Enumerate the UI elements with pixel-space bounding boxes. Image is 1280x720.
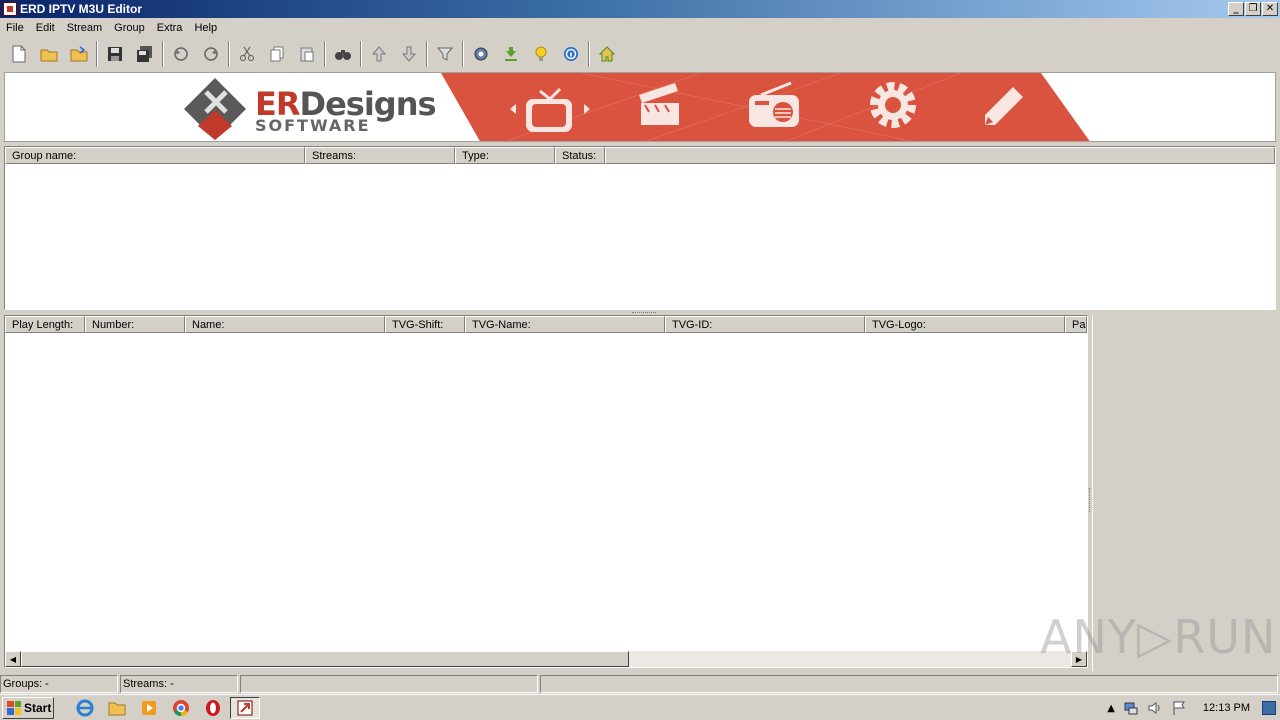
- volume-icon[interactable]: [1147, 700, 1163, 716]
- restore-button[interactable]: ❐: [1245, 2, 1261, 16]
- move-up-icon[interactable]: [364, 39, 394, 69]
- horizontal-splitter[interactable]: [632, 312, 656, 314]
- file-explorer-icon[interactable]: [102, 697, 132, 719]
- action-center-flag-icon[interactable]: [1171, 700, 1187, 716]
- column-pa[interactable]: Pa: [1065, 316, 1087, 333]
- save-all-icon[interactable]: [130, 39, 160, 69]
- column-tvg-name[interactable]: TVG-Name:: [465, 316, 665, 333]
- toolbar-separator: [228, 41, 230, 67]
- toolbar-separator: [96, 41, 98, 67]
- new-file-icon[interactable]: [4, 39, 34, 69]
- toolbar-separator: [588, 41, 590, 67]
- taskbar: Start ▲ 12:13 PM: [0, 694, 1280, 720]
- menu-file[interactable]: File: [0, 18, 30, 38]
- column-streams[interactable]: Streams:: [305, 147, 455, 164]
- menu-help[interactable]: Help: [188, 18, 223, 38]
- network-icon[interactable]: [1123, 700, 1139, 716]
- download-icon[interactable]: [496, 39, 526, 69]
- menu-stream[interactable]: Stream: [61, 18, 108, 38]
- window-title: ERD IPTV M3U Editor: [20, 2, 143, 16]
- scroll-left-button[interactable]: ◀: [5, 651, 21, 667]
- chrome-icon[interactable]: [166, 697, 196, 719]
- column-group-name[interactable]: Group name:: [5, 147, 305, 164]
- show-hidden-icons-icon[interactable]: ▲: [1107, 703, 1115, 714]
- filter-icon[interactable]: [430, 39, 460, 69]
- status-groups: Groups: -: [0, 675, 118, 693]
- toolbar-separator: [462, 41, 464, 67]
- open-folder-alt-icon[interactable]: [64, 39, 94, 69]
- streams-list[interactable]: Play Length: Number: Name: TVG-Shift: TV…: [4, 315, 1088, 668]
- tv-icon: [510, 87, 590, 132]
- menu-group[interactable]: Group: [108, 18, 151, 38]
- pencil-icon: [985, 87, 1023, 125]
- scrollbar-thumb[interactable]: [21, 651, 629, 667]
- streams-header: Play Length: Number: Name: TVG-Shift: TV…: [5, 316, 1087, 333]
- brand-subtitle: SOFTWARE: [255, 116, 371, 135]
- title-bar: ERD IPTV M3U Editor _ ❐ ✕: [0, 0, 1280, 18]
- toolbar-separator: [360, 41, 362, 67]
- groups-list[interactable]: Group name: Streams: Type: Status:: [4, 146, 1276, 310]
- info-icon[interactable]: [556, 39, 586, 69]
- column-play-length[interactable]: Play Length:: [5, 316, 85, 333]
- lightbulb-icon[interactable]: [526, 39, 556, 69]
- toolbar-separator: [324, 41, 326, 67]
- column-filler: [605, 147, 1275, 164]
- start-button[interactable]: Start: [2, 696, 54, 719]
- radio-icon: [749, 81, 799, 127]
- opera-icon[interactable]: [198, 697, 228, 719]
- column-tvg-shift[interactable]: TVG-Shift:: [385, 316, 465, 333]
- system-tray: ▲ 12:13 PM: [1107, 696, 1280, 720]
- erdesigns-logo-icon: [184, 78, 246, 140]
- watermark: ANY▷RUN: [1040, 610, 1277, 664]
- vertical-splitter[interactable]: [1089, 488, 1091, 512]
- clock[interactable]: 12:13 PM: [1203, 702, 1250, 714]
- cut-icon[interactable]: [232, 39, 262, 69]
- copy-icon[interactable]: [262, 39, 292, 69]
- status-bar: Groups: - Streams: -: [0, 674, 1280, 694]
- undo-icon[interactable]: [166, 39, 196, 69]
- save-icon[interactable]: [100, 39, 130, 69]
- start-label: Start: [24, 700, 52, 715]
- settings-icon[interactable]: [466, 39, 496, 69]
- media-player-icon[interactable]: [134, 697, 164, 719]
- show-desktop-button[interactable]: [1262, 701, 1276, 715]
- toolbar: [0, 38, 1280, 70]
- app-icon: [3, 2, 17, 16]
- toolbar-separator: [162, 41, 164, 67]
- redo-icon[interactable]: [196, 39, 226, 69]
- column-status[interactable]: Status:: [555, 147, 605, 164]
- windows-logo-icon: [7, 700, 21, 715]
- clapperboard-icon: [639, 83, 679, 125]
- minimize-button[interactable]: _: [1228, 2, 1244, 16]
- horizontal-scrollbar[interactable]: ◀ ▶: [5, 651, 1087, 667]
- menu-extra[interactable]: Extra: [151, 18, 189, 38]
- status-streams: Streams: -: [120, 675, 238, 693]
- status-message: [540, 675, 1278, 693]
- move-down-icon[interactable]: [394, 39, 424, 69]
- column-type[interactable]: Type:: [455, 147, 555, 164]
- column-tvg-id[interactable]: TVG-ID:: [665, 316, 865, 333]
- column-name[interactable]: Name:: [185, 316, 385, 333]
- column-number[interactable]: Number:: [85, 316, 185, 333]
- internet-explorer-icon[interactable]: [70, 697, 100, 719]
- status-progress: [240, 675, 538, 693]
- close-button[interactable]: ✕: [1262, 2, 1278, 16]
- home-icon[interactable]: [592, 39, 622, 69]
- menu-bar: File Edit Stream Group Extra Help: [0, 18, 1280, 38]
- paste-icon[interactable]: [292, 39, 322, 69]
- column-tvg-logo[interactable]: TVG-Logo:: [865, 316, 1065, 333]
- menu-edit[interactable]: Edit: [30, 18, 61, 38]
- groups-header: Group name: Streams: Type: Status:: [5, 147, 1275, 164]
- gear-icon: [870, 82, 916, 128]
- erd-editor-taskbar-icon[interactable]: [230, 696, 260, 719]
- open-folder-icon[interactable]: [34, 39, 64, 69]
- find-icon[interactable]: [328, 39, 358, 69]
- brand-banner: ERDesigns SOFTWARE: [4, 72, 1276, 142]
- toolbar-separator: [426, 41, 428, 67]
